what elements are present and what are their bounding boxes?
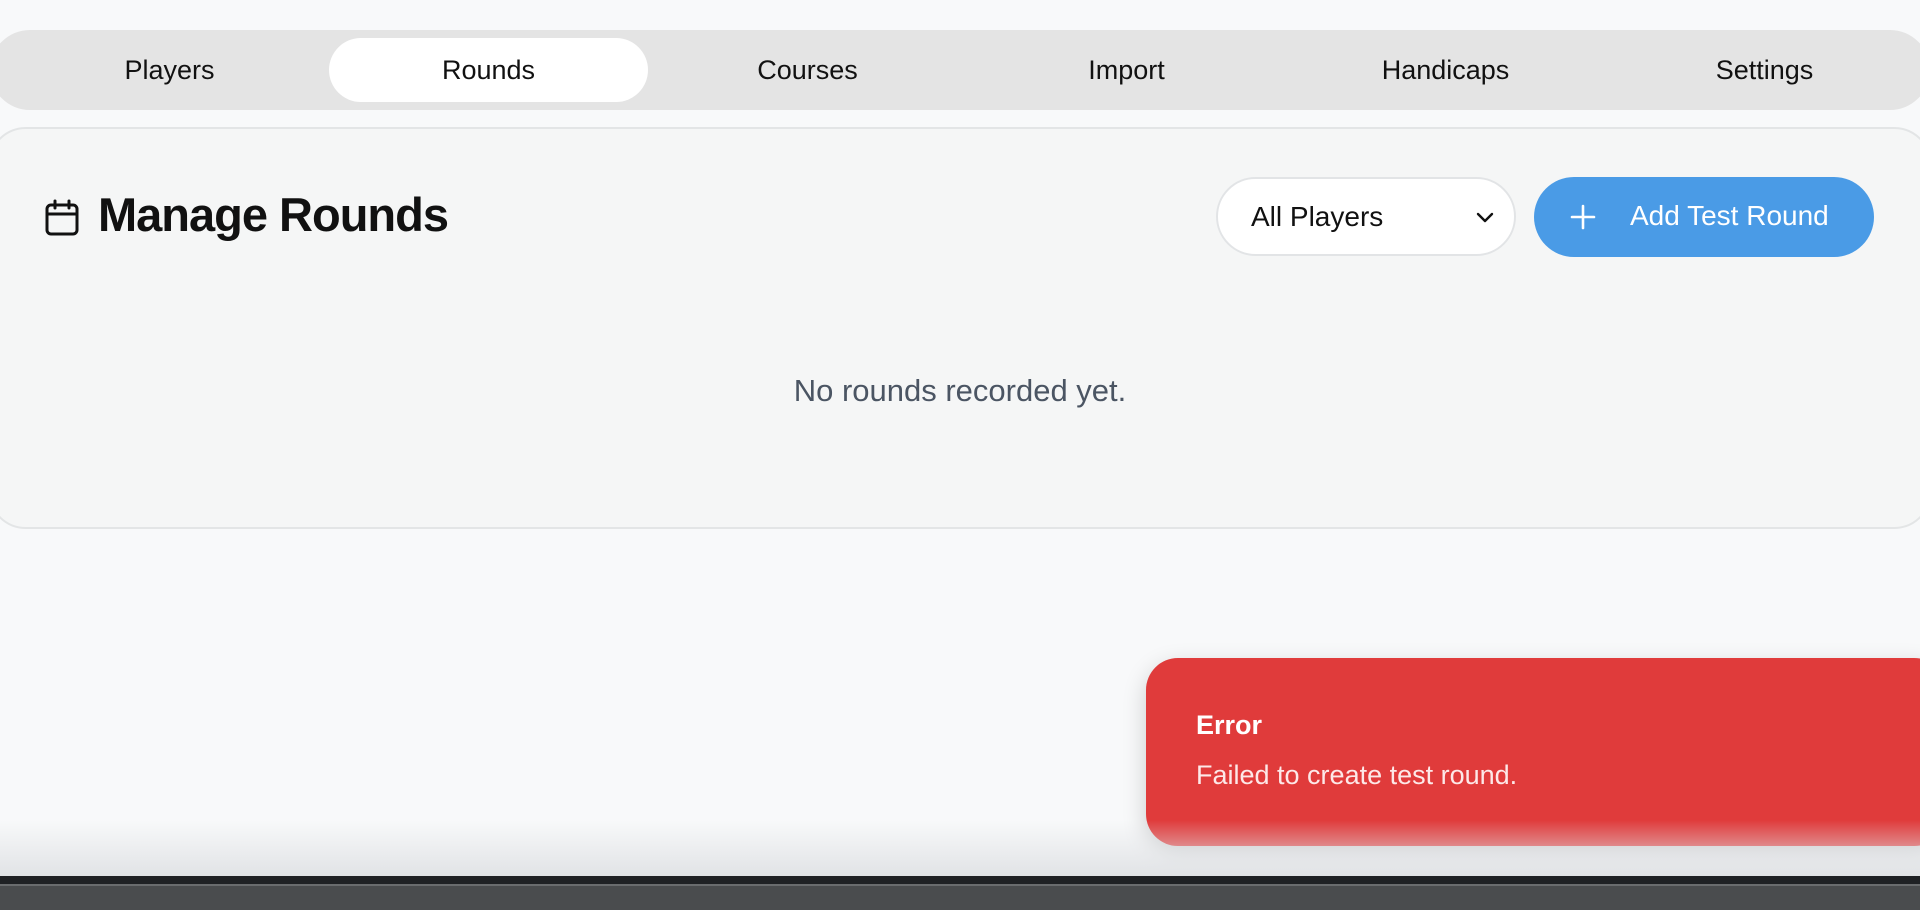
tab-import[interactable]: Import: [967, 38, 1286, 102]
rounds-card: Manage Rounds All Players Add Test Round…: [0, 127, 1920, 529]
bottom-frame-inner: [0, 884, 1920, 910]
main-tab-bar: Players Rounds Courses Import Handicaps …: [0, 30, 1920, 110]
plus-icon: [1570, 204, 1596, 230]
tab-rounds[interactable]: Rounds: [329, 38, 648, 102]
chevron-down-icon: [1476, 212, 1494, 223]
bottom-frame-bar: [0, 876, 1920, 910]
tab-courses[interactable]: Courses: [648, 38, 967, 102]
rounds-card-header: Manage Rounds All Players Add Test Round: [0, 129, 1920, 309]
add-test-round-label: Add Test Round: [1630, 200, 1829, 231]
tab-handicaps[interactable]: Handicaps: [1286, 38, 1605, 102]
add-test-round-button[interactable]: Add Test Round: [1534, 177, 1874, 257]
tab-settings[interactable]: Settings: [1605, 38, 1920, 102]
page-title: Manage Rounds: [98, 188, 449, 241]
error-toast[interactable]: Error Failed to create test round.: [1146, 658, 1920, 846]
calendar-icon: [45, 199, 79, 236]
empty-state-message: No rounds recorded yet.: [793, 373, 1127, 408]
player-filter-value: All Players: [1251, 200, 1384, 232]
tab-players[interactable]: Players: [10, 38, 329, 102]
bottom-fade: [0, 820, 1920, 876]
app-page: Players Rounds Courses Import Handicaps …: [0, 0, 1920, 910]
toast-title: Error: [1196, 710, 1263, 740]
toast-message: Failed to create test round.: [1196, 760, 1518, 790]
player-filter-select[interactable]: All Players: [1216, 177, 1516, 256]
